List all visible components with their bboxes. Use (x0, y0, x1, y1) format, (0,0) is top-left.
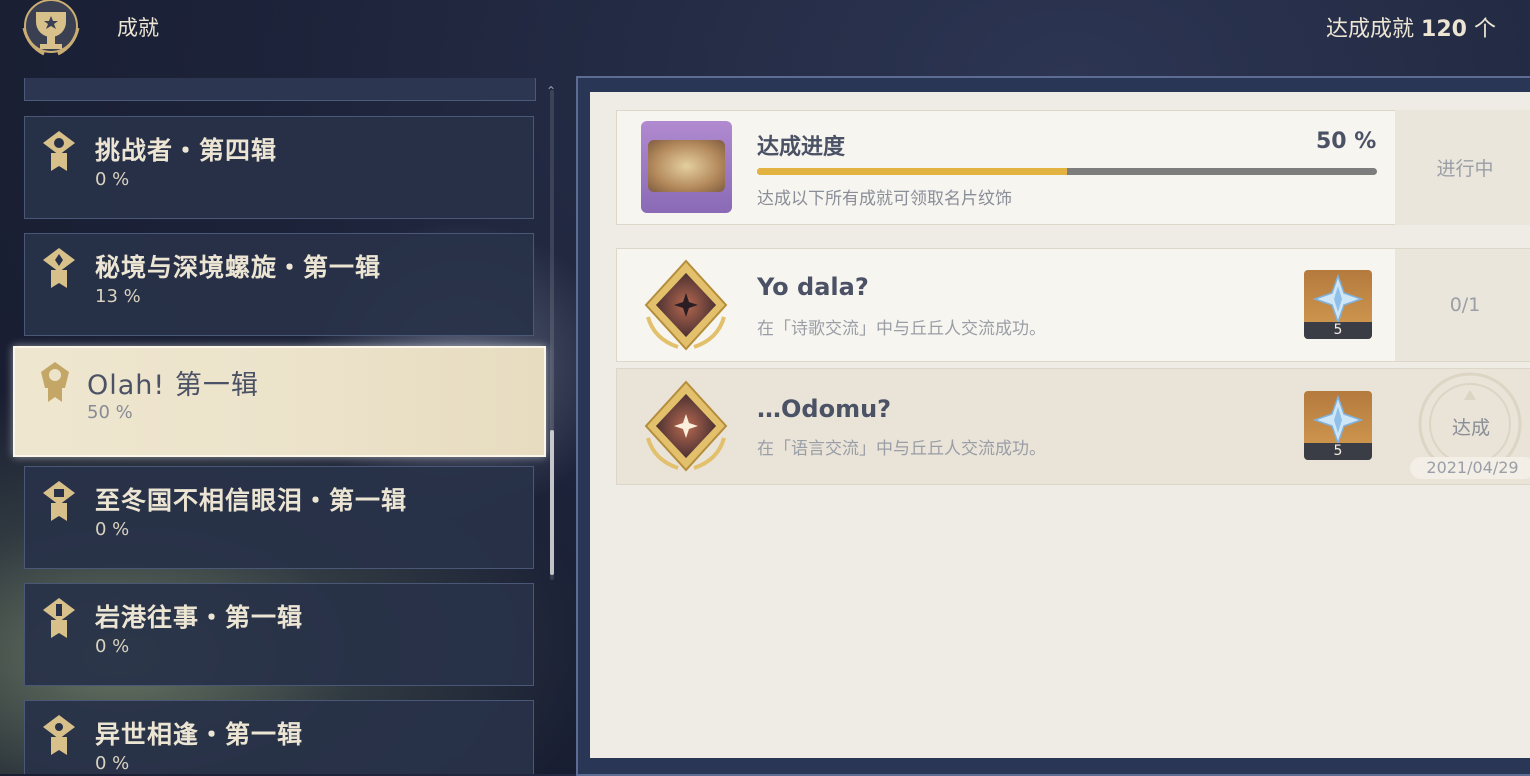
category-percent: 0 % (95, 753, 130, 774)
category-list[interactable]: 挑战者・第四辑 0 % 秘境与深境螺旋・第一辑 13 % Olah! 第一辑 5… (0, 78, 560, 774)
primogem-icon (1313, 274, 1363, 324)
category-item-partial[interactable] (24, 78, 536, 101)
namecard-image (648, 140, 725, 192)
reward-quantity: 5 (1304, 443, 1372, 460)
category-name: 秘境与深境螺旋・第一辑 (95, 253, 382, 282)
trophy-icon (22, 0, 80, 56)
category-name: 挑战者・第四辑 (95, 136, 278, 165)
category-name: Olah! 第一辑 (87, 370, 259, 401)
category-item-meetings[interactable]: 异世相逢・第一辑 0 % (24, 700, 534, 774)
completion-date: 2021/04/29 (1410, 457, 1530, 479)
achievement-count: 达成成就 120 个 (1326, 11, 1496, 43)
category-badge-icon (43, 481, 75, 521)
progress-bar (757, 168, 1377, 175)
reward-primogem[interactable]: 5 (1304, 391, 1372, 460)
achievement-status: 0/1 (1395, 249, 1530, 361)
progress-description: 达成以下所有成就可领取名片纹饰 (757, 189, 1012, 209)
category-item-olah[interactable]: Olah! 第一辑 50 % (13, 346, 546, 457)
achievement-title: Yo dala? (757, 273, 869, 301)
achievement-medal-icon (644, 380, 728, 472)
progress-percent: 50 % (1316, 129, 1377, 154)
achievement-row[interactable] (616, 248, 1530, 362)
primogem-icon (1313, 395, 1363, 445)
category-item-liyue-harbor[interactable]: 岩港往事・第一辑 0 % (24, 583, 534, 686)
achievement-count-value: 120 (1421, 17, 1467, 42)
achievement-row[interactable] (616, 368, 1530, 485)
achievement-count-unit: 个 (1473, 17, 1496, 42)
category-percent: 0 % (95, 169, 130, 190)
category-item-challenger[interactable]: 挑战者・第四辑 0 % (24, 116, 534, 219)
progress-bar-fill (757, 168, 1067, 175)
category-badge-icon (41, 362, 69, 402)
category-badge-icon (43, 598, 75, 638)
reward-quantity: 5 (1304, 322, 1372, 339)
category-badge-icon (43, 248, 75, 288)
category-percent: 0 % (95, 636, 130, 657)
reward-primogem[interactable]: 5 (1304, 270, 1372, 339)
category-badge-icon (43, 715, 75, 755)
scrollbar-thumb[interactable] (550, 430, 554, 575)
category-item-snezhnaya[interactable]: 至冬国不相信眼泪・第一辑 0 % (24, 466, 534, 569)
category-percent: 13 % (95, 286, 141, 307)
achievement-title: …Odomu? (757, 395, 892, 423)
achievement-count-label: 达成成就 (1326, 17, 1415, 42)
header: 成就 达成成就 120 个 (0, 0, 1530, 60)
category-name: 岩港往事・第一辑 (95, 603, 304, 632)
progress-status: 进行中 (1395, 110, 1530, 225)
page-title: 成就 (117, 16, 159, 40)
category-name: 至冬国不相信眼泪・第一辑 (95, 486, 408, 515)
achievement-description: 在「语言交流」中与丘丘人交流成功。 (757, 439, 1046, 459)
category-badge-icon (43, 131, 75, 171)
progress-label: 达成进度 (757, 135, 846, 160)
achievement-description: 在「诗歌交流」中与丘丘人交流成功。 (757, 319, 1046, 339)
category-item-domains-abyss[interactable]: 秘境与深境螺旋・第一辑 13 % (24, 233, 534, 336)
category-percent: 0 % (95, 519, 130, 540)
category-name: 异世相逢・第一辑 (95, 720, 304, 749)
achievement-status: 达成 (1452, 417, 1491, 439)
achievement-medal-icon (644, 259, 728, 351)
category-percent: 50 % (87, 402, 133, 423)
